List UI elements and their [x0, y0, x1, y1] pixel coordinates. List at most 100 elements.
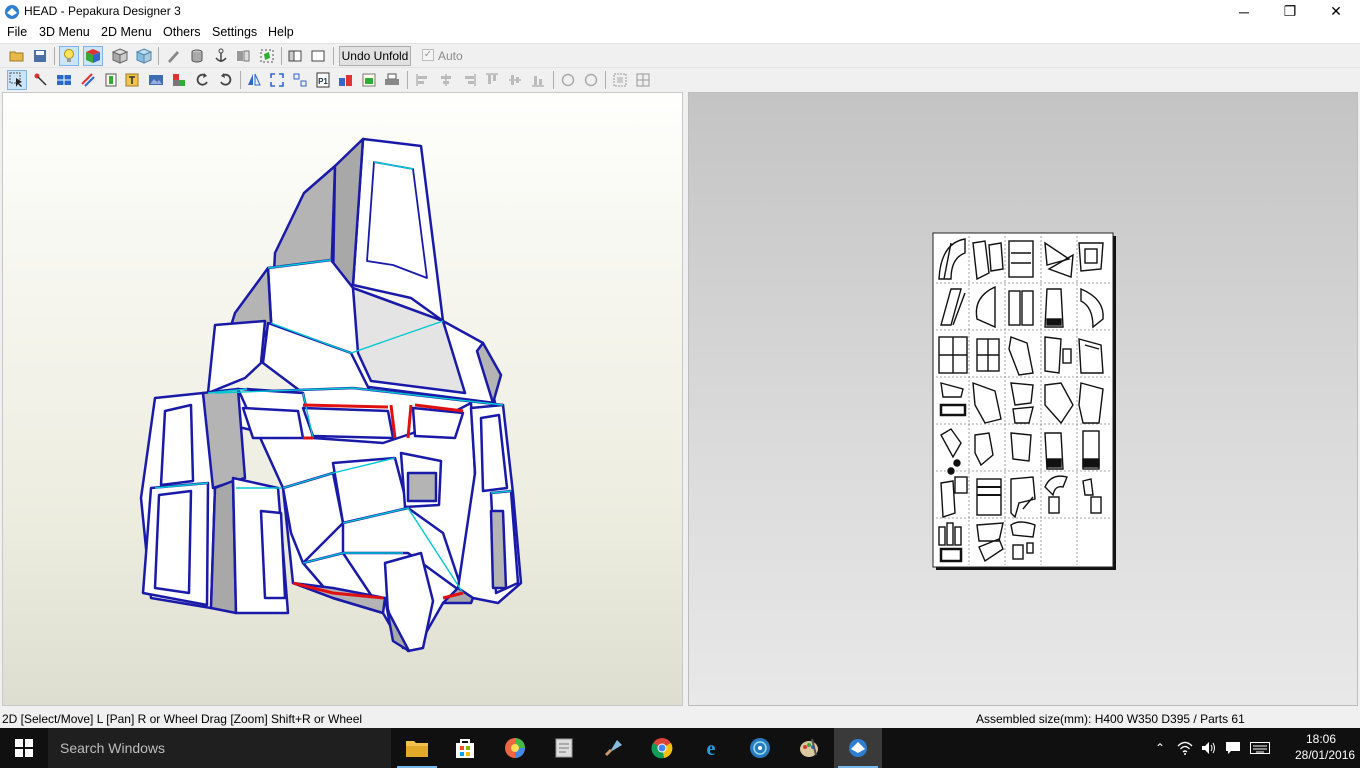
- rotate-button[interactable]: [192, 70, 212, 90]
- color-wheel-icon: [505, 738, 525, 758]
- preview-icon: [362, 73, 376, 87]
- taskbar-color-app[interactable]: [491, 728, 539, 768]
- wire-cube-button[interactable]: [110, 46, 130, 66]
- search-placeholder: Search Windows: [60, 740, 166, 756]
- text-button[interactable]: [122, 70, 142, 90]
- taskbar-shovel-app[interactable]: [589, 728, 637, 768]
- keyboard-icon: [1250, 742, 1270, 754]
- tray-notifications[interactable]: [1222, 728, 1244, 768]
- menu-help[interactable]: Help: [268, 25, 294, 39]
- search-box[interactable]: Search Windows: [48, 728, 391, 768]
- print-button[interactable]: [382, 70, 402, 90]
- message-icon: [1226, 742, 1240, 754]
- ungroup-button[interactable]: [633, 70, 653, 90]
- taskbar-internet-explorer[interactable]: e: [687, 728, 735, 768]
- open-button[interactable]: [7, 46, 27, 66]
- flap-icon: [237, 50, 250, 62]
- taskbar-globe-app[interactable]: [736, 728, 784, 768]
- tray-volume[interactable]: [1198, 728, 1220, 768]
- svg-text:P1: P1: [318, 77, 328, 86]
- taskbar-notepad-app[interactable]: [540, 728, 588, 768]
- group-button[interactable]: [610, 70, 630, 90]
- undo-unfold-button[interactable]: Undo Unfold: [339, 46, 411, 66]
- globe-icon: [750, 738, 770, 758]
- maximize-button[interactable]: ❐: [1267, 0, 1313, 23]
- sort-parts-button[interactable]: [336, 70, 356, 90]
- align-right-icon: [465, 74, 476, 86]
- layout-button-1[interactable]: [285, 46, 305, 66]
- unfold-button[interactable]: [257, 46, 277, 66]
- tray-chevron[interactable]: ⌃: [1150, 728, 1170, 768]
- flaps-button[interactable]: [233, 46, 253, 66]
- taskbar-store[interactable]: [441, 728, 489, 768]
- join-edge-button[interactable]: [31, 70, 51, 90]
- clock-time: 18:06: [1305, 732, 1337, 746]
- select-arrow-icon: [9, 72, 22, 87]
- notepad-icon: [555, 738, 573, 758]
- tools-toolbar: P1: [0, 67, 1360, 92]
- menu-others[interactable]: Others: [163, 25, 201, 39]
- align-left-button[interactable]: [413, 70, 433, 90]
- cube-button[interactable]: [134, 46, 154, 66]
- tray-clock[interactable]: 18:06 28/01/2016: [1295, 731, 1356, 763]
- menu-bar: File 3D Menu 2D Menu Others Settings Hel…: [0, 23, 1360, 43]
- store-icon: [456, 739, 474, 758]
- auto-checkbox[interactable]: ✓: [422, 49, 434, 61]
- print-preview-button[interactable]: [359, 70, 379, 90]
- align-right-button[interactable]: [459, 70, 479, 90]
- fit-button[interactable]: [267, 70, 287, 90]
- wifi-icon: [1177, 741, 1193, 755]
- align-middle-button[interactable]: [505, 70, 525, 90]
- minimize-icon: ─: [1239, 3, 1249, 20]
- light-button[interactable]: [59, 46, 79, 66]
- text-icon: [125, 73, 139, 87]
- layout-button-2[interactable]: [308, 46, 328, 66]
- 2d-view[interactable]: [688, 92, 1358, 706]
- align-center-button[interactable]: [436, 70, 456, 90]
- cylinder-icon: [191, 49, 203, 63]
- arrange-icon: [293, 73, 307, 87]
- window-title: HEAD - Pepakura Designer 3: [24, 4, 181, 18]
- texture-button[interactable]: [83, 46, 103, 66]
- taskbar-chrome[interactable]: [638, 728, 686, 768]
- arrange-button[interactable]: [290, 70, 310, 90]
- mirror-button[interactable]: [244, 70, 264, 90]
- align-bottom-button[interactable]: [528, 70, 548, 90]
- select-move-button[interactable]: [7, 70, 27, 90]
- menu-2d[interactable]: 2D Menu: [101, 25, 152, 39]
- taskbar-paint-app[interactable]: [785, 728, 833, 768]
- flap-edit-button[interactable]: [101, 70, 121, 90]
- 3d-view[interactable]: [2, 92, 683, 706]
- image-button[interactable]: [146, 70, 166, 90]
- image-icon: [149, 75, 163, 85]
- menu-file[interactable]: File: [7, 25, 27, 39]
- redo-button[interactable]: [216, 70, 236, 90]
- save-button[interactable]: [30, 46, 50, 66]
- window-icon: [288, 50, 302, 62]
- tray-network[interactable]: [1174, 728, 1196, 768]
- menu-3d[interactable]: 3D Menu: [39, 25, 90, 39]
- paper-button[interactable]: [54, 70, 74, 90]
- taskbar-pepakura[interactable]: [834, 728, 882, 768]
- rotate-90-left-button[interactable]: [558, 70, 578, 90]
- line-style-button[interactable]: [78, 70, 98, 90]
- start-button[interactable]: [0, 728, 48, 768]
- clock-date: 28/01/2016: [1295, 748, 1356, 762]
- close-button[interactable]: ✕: [1313, 0, 1359, 23]
- tray-keyboard[interactable]: [1248, 728, 1272, 768]
- align-top-button[interactable]: [482, 70, 502, 90]
- color-button[interactable]: [169, 70, 189, 90]
- minimize-button[interactable]: ─: [1221, 0, 1267, 23]
- paper-sheet: [932, 232, 1116, 570]
- page-button[interactable]: P1: [313, 70, 333, 90]
- group-icon: [613, 73, 627, 87]
- head-model: [139, 137, 523, 653]
- anchor-button[interactable]: [211, 46, 231, 66]
- 3d-head-model[interactable]: [3, 93, 682, 705]
- edit-edge-button[interactable]: [163, 46, 183, 66]
- cylinder-button[interactable]: [187, 46, 207, 66]
- rotate-90-right-button[interactable]: [581, 70, 601, 90]
- chevron-up-icon: ⌃: [1154, 741, 1166, 755]
- menu-settings[interactable]: Settings: [212, 25, 257, 39]
- taskbar-file-explorer[interactable]: [393, 728, 441, 768]
